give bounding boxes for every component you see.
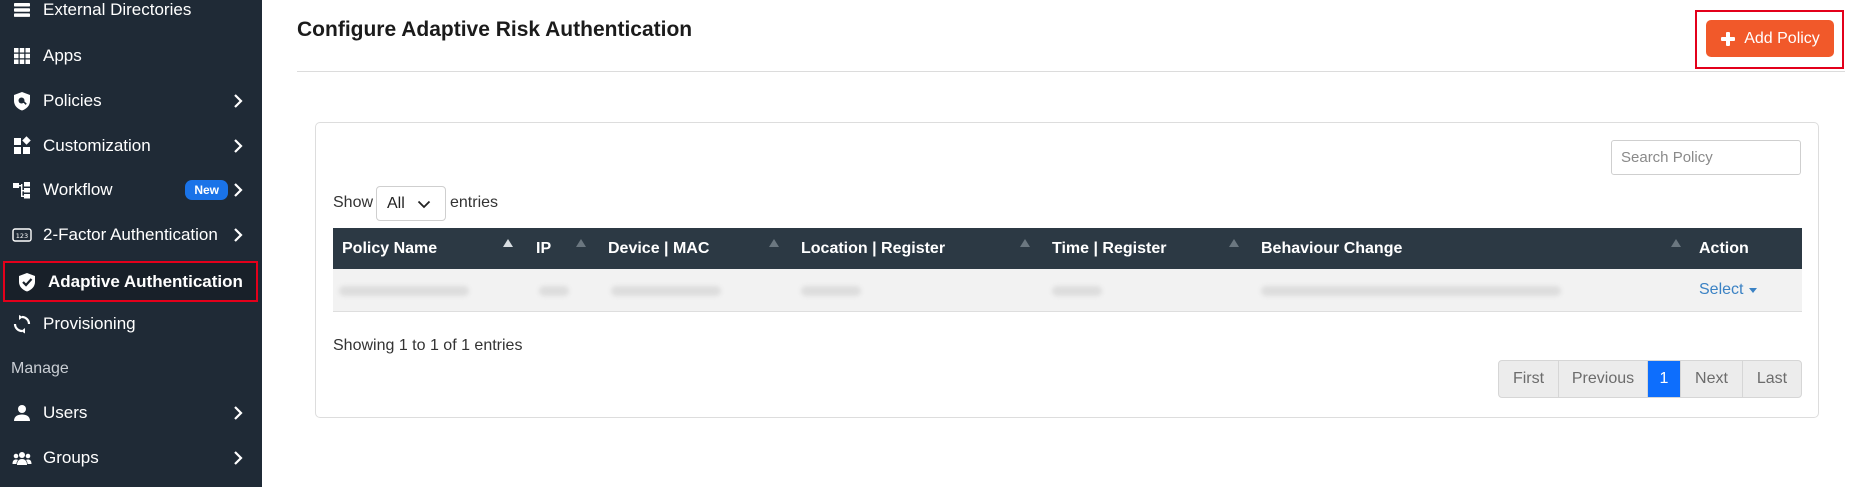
row-action-label: Select: [1699, 281, 1744, 298]
grid-icon: [11, 45, 33, 67]
policy-shield-icon: [11, 90, 33, 112]
pagination: First Previous 1 Next Last: [1498, 360, 1802, 398]
sort-icon: [1671, 239, 1681, 247]
add-policy-label: Add Policy: [1744, 29, 1820, 47]
section-label-manage: Manage: [11, 360, 69, 377]
two-factor-icon: 123: [11, 224, 33, 246]
column-header-policy-name[interactable]: Policy Name: [342, 228, 437, 269]
pagination-last-button[interactable]: Last: [1743, 361, 1801, 397]
sidebar-item-apps[interactable]: Apps: [0, 34, 262, 78]
sidebar: External Directories Apps Policies Custo…: [0, 0, 262, 487]
sidebar-item-label: Adaptive Authentication: [48, 271, 243, 291]
chevron-right-icon: [232, 182, 244, 198]
sidebar-item-2-factor-authentication[interactable]: 123 2-Factor Authentication: [0, 213, 262, 257]
pagination-previous-button[interactable]: Previous: [1559, 361, 1648, 397]
sidebar-item-customization[interactable]: Customization: [0, 124, 262, 168]
pagination-page-1[interactable]: 1: [1648, 361, 1681, 397]
svg-text:123: 123: [16, 232, 28, 240]
redacted-cell: [801, 286, 861, 296]
entries-label: entries: [450, 194, 499, 211]
sidebar-item-label: External Directories: [43, 0, 192, 19]
chevron-right-icon: [232, 227, 244, 243]
sidebar-item-label: Workflow: [43, 180, 113, 199]
sort-icon: [769, 239, 779, 247]
pagination-first-button[interactable]: First: [1499, 361, 1559, 397]
add-policy-highlight: Add Policy: [1695, 10, 1844, 69]
sort-icon: [1229, 239, 1239, 247]
table-row: Select: [333, 269, 1802, 312]
add-policy-button[interactable]: Add Policy: [1706, 20, 1834, 57]
table-header: Policy Name IP Device | MAC Location | R…: [333, 228, 1802, 269]
redacted-cell: [539, 286, 569, 296]
sidebar-item-external-directories[interactable]: External Directories: [0, 0, 262, 32]
redacted-cell: [1261, 286, 1561, 296]
new-badge: New: [185, 180, 228, 200]
chevron-right-icon: [232, 450, 244, 466]
column-header-time-register[interactable]: Time | Register: [1052, 228, 1166, 269]
plus-icon: [1721, 31, 1736, 46]
sidebar-item-label: Groups: [43, 448, 99, 467]
sidebar-item-label: Customization: [43, 136, 151, 155]
shield-check-icon: [16, 271, 38, 293]
entries-per-page-select[interactable]: All: [376, 186, 446, 221]
sync-icon: [11, 313, 33, 335]
sidebar-item-workflow[interactable]: Workflow New: [0, 168, 262, 212]
column-header-device-mac[interactable]: Device | MAC: [608, 228, 709, 269]
customization-icon: [11, 135, 33, 157]
chevron-right-icon: [232, 93, 244, 109]
chevron-right-icon: [232, 405, 244, 421]
row-action-select[interactable]: Select: [1699, 281, 1758, 299]
title-divider: [297, 71, 1845, 72]
sidebar-item-policies[interactable]: Policies: [0, 79, 262, 123]
sidebar-item-label: Provisioning: [43, 314, 136, 333]
redacted-cell: [1052, 286, 1102, 296]
column-header-behaviour-change[interactable]: Behaviour Change: [1261, 228, 1402, 269]
show-label: Show: [333, 194, 374, 211]
sidebar-item-label: 2-Factor Authentication: [43, 225, 218, 244]
user-icon: [11, 402, 33, 424]
column-header-action: Action: [1699, 239, 1749, 257]
redacted-cell: [339, 286, 469, 296]
table-info: Showing 1 to 1 of 1 entries: [333, 337, 523, 354]
chevron-down-icon: [417, 200, 431, 209]
sidebar-item-label: Apps: [43, 46, 82, 65]
sidebar-item-label: Policies: [43, 91, 102, 110]
sort-icon: [1020, 239, 1030, 247]
pagination-next-button[interactable]: Next: [1681, 361, 1743, 397]
directory-icon: [11, 0, 33, 21]
sidebar-item-users[interactable]: Users: [0, 391, 262, 435]
groups-icon: [11, 447, 33, 469]
sidebar-item-provisioning[interactable]: Provisioning: [0, 302, 262, 346]
column-header-location-register[interactable]: Location | Register: [801, 228, 945, 269]
redacted-cell: [611, 286, 721, 296]
caret-down-icon: [1749, 287, 1758, 293]
chevron-right-icon: [232, 138, 244, 154]
sort-asc-icon: [503, 239, 513, 247]
sidebar-item-adaptive-authentication[interactable]: Adaptive Authentication: [3, 261, 258, 302]
sidebar-item-groups[interactable]: Groups: [0, 436, 262, 480]
workflow-icon: [11, 179, 33, 201]
sidebar-item-label: Users: [43, 403, 88, 422]
search-policy-input[interactable]: [1611, 140, 1801, 175]
page-title: Configure Adaptive Risk Authentication: [297, 18, 693, 41]
entries-per-page-value: All: [387, 194, 405, 212]
column-header-ip[interactable]: IP: [536, 228, 551, 269]
sort-icon: [576, 239, 586, 247]
